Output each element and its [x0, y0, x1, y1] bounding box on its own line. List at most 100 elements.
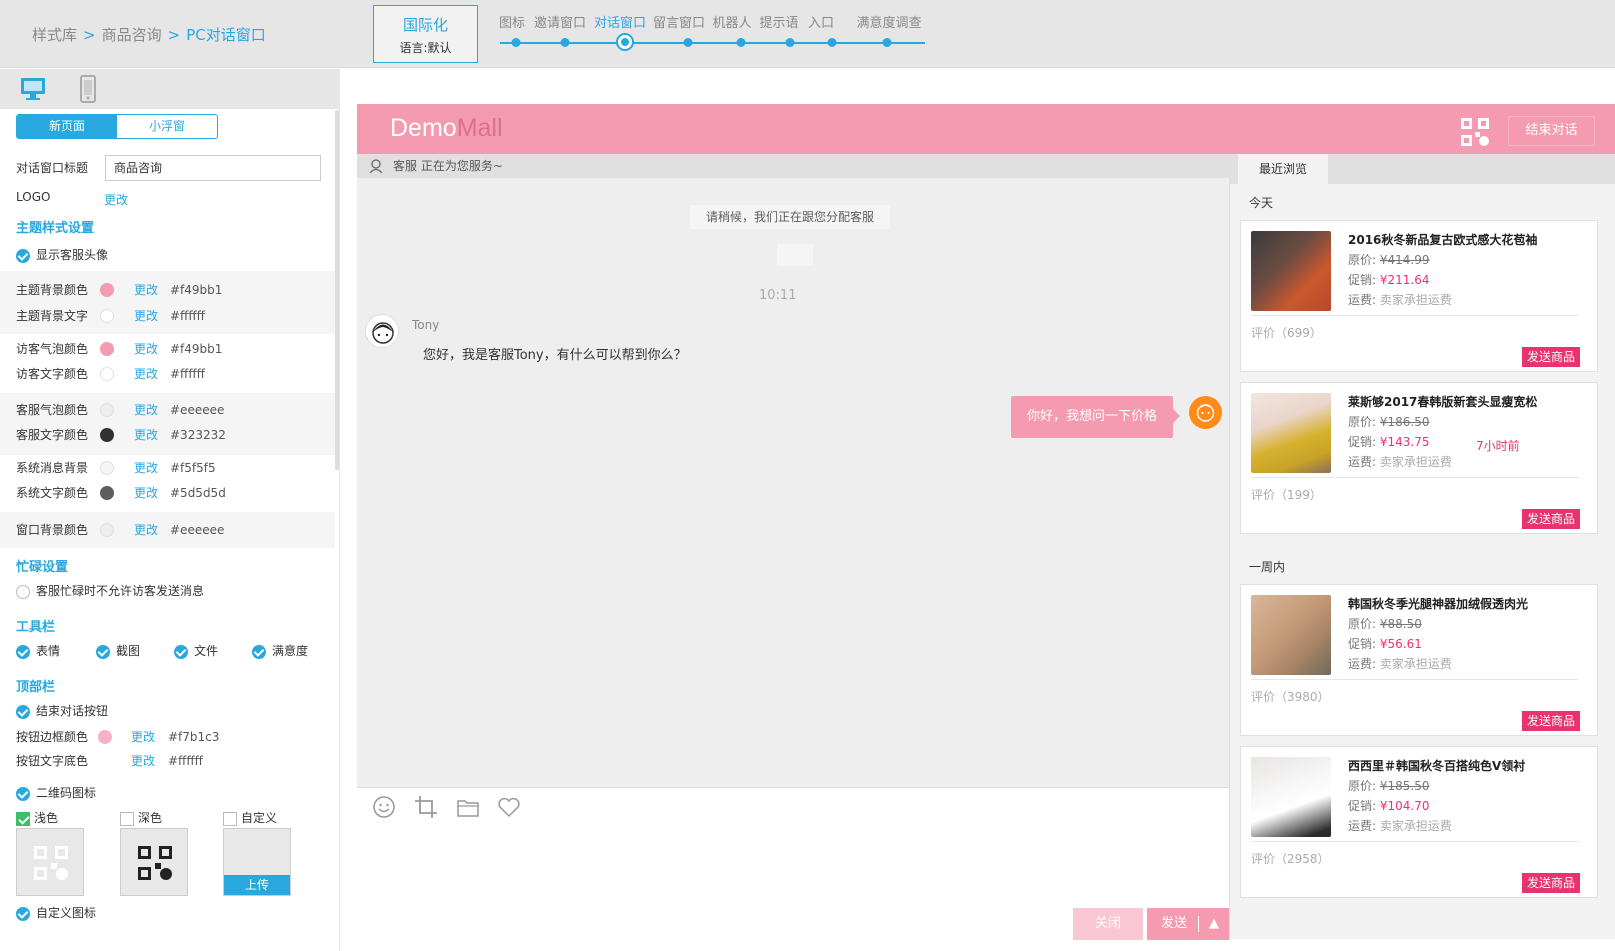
qr-code-icon[interactable]	[1461, 118, 1489, 146]
color-row: 客服文字颜色 更改 #323232	[16, 425, 316, 445]
checkbox-checked-icon[interactable]	[174, 644, 188, 659]
step-survey[interactable]: 满意度调查	[856, 12, 921, 31]
color-change-link[interactable]: 更改	[134, 425, 158, 445]
qr-custom-preview[interactable]: 上传	[223, 828, 291, 896]
checkbox-checked-icon[interactable]	[16, 906, 30, 921]
step-dot[interactable]	[511, 38, 521, 47]
color-change-link[interactable]: 更改	[134, 339, 158, 359]
color-change-link[interactable]: 更改	[134, 400, 158, 420]
step-dot[interactable]	[736, 38, 746, 47]
product-name[interactable]: 韩国秋冬季光腿神器加绒假透肉光	[1348, 595, 1528, 612]
color-change-link[interactable]: 更改	[134, 306, 158, 326]
product-image[interactable]	[1251, 595, 1331, 675]
step-dot[interactable]	[827, 38, 837, 47]
tab-recent-browse[interactable]: 最近浏览	[1238, 154, 1328, 184]
product-image[interactable]	[1251, 757, 1331, 837]
file-icon[interactable]	[455, 794, 481, 820]
title-input[interactable]: 商品咨询	[105, 155, 321, 181]
step-icon[interactable]: 图标	[499, 12, 525, 31]
toolbar-option-emoji[interactable]: 表情	[16, 642, 60, 659]
end-button-option[interactable]: 结束对话按钮	[16, 702, 108, 719]
send-product-button[interactable]: 发送商品	[1522, 347, 1580, 367]
color-change-link[interactable]: 更改	[134, 280, 158, 300]
step-dot-active[interactable]	[616, 33, 634, 51]
qr-style-custom[interactable]: 自定义	[223, 809, 277, 826]
color-change-link[interactable]: 更改	[134, 364, 158, 384]
color-change-link[interactable]: 更改	[134, 458, 158, 478]
internationalization-button[interactable]: 国际化 语言:默认	[373, 5, 478, 63]
send-product-button[interactable]: 发送商品	[1522, 711, 1580, 731]
step-tips[interactable]: 提示语	[759, 12, 798, 31]
color-change-link[interactable]: 更改	[134, 483, 158, 503]
logo-change-link[interactable]: 更改	[104, 191, 128, 208]
step-message[interactable]: 留言窗口	[653, 12, 705, 31]
qr-dark-preview[interactable]	[120, 828, 188, 896]
send-product-button[interactable]: 发送商品	[1522, 873, 1580, 893]
mobile-icon[interactable]	[80, 75, 96, 103]
color-swatch[interactable]	[98, 730, 112, 744]
send-button[interactable]: 发送 ▲	[1147, 908, 1229, 940]
color-swatch[interactable]	[100, 342, 114, 356]
mode-new-page[interactable]: 新页面	[17, 115, 117, 138]
step-entry[interactable]: 入口	[808, 12, 834, 31]
product-name[interactable]: 莱斯够2017春韩版新套头显瘦宽松	[1348, 393, 1537, 410]
toolbar-option-file[interactable]: 文件	[174, 642, 218, 659]
qr-light-preview[interactable]	[16, 828, 84, 896]
message-input-area[interactable]: 关闭 发送 ▲	[357, 787, 1229, 940]
show-avatar-option[interactable]: 显示客服头像	[16, 246, 108, 263]
color-change-link[interactable]: 更改	[131, 727, 155, 747]
color-swatch[interactable]	[100, 309, 114, 323]
step-dot[interactable]	[785, 38, 795, 47]
step-dot[interactable]	[683, 38, 693, 47]
checkbox-icon[interactable]	[120, 811, 134, 826]
step-dot[interactable]	[560, 38, 570, 47]
settings-scrollbar[interactable]	[335, 110, 339, 470]
product-name[interactable]: 2016秋冬新品复古欧式感大花苞袖	[1348, 231, 1537, 248]
send-options-arrow-icon[interactable]: ▲	[1209, 908, 1219, 940]
checkbox-checked-icon[interactable]	[16, 644, 30, 659]
checkbox-checked-icon[interactable]	[96, 644, 110, 659]
qr-style-light[interactable]: 浅色	[16, 809, 58, 826]
color-change-link[interactable]: 更改	[131, 751, 155, 771]
step-chat[interactable]: 对话窗口	[594, 12, 646, 31]
color-change-link[interactable]: 更改	[134, 520, 158, 540]
toolbar-option-satisfaction[interactable]: 满意度	[252, 642, 308, 659]
screenshot-icon[interactable]	[413, 794, 439, 820]
product-image[interactable]	[1251, 231, 1331, 311]
product-name[interactable]: 西西里＃韩国秋冬百搭纯色V领衬	[1348, 757, 1525, 774]
color-swatch[interactable]	[100, 523, 114, 537]
toolbar-option-screenshot[interactable]: 截图	[96, 642, 140, 659]
step-invite[interactable]: 邀请窗口	[534, 12, 586, 31]
checkbox-checked-icon[interactable]	[16, 248, 30, 263]
custom-icon-option[interactable]: 自定义图标	[16, 904, 96, 921]
checkbox-checked-icon[interactable]	[252, 644, 266, 659]
checkbox-icon[interactable]	[16, 811, 30, 826]
step-dot[interactable]	[882, 38, 892, 47]
color-swatch[interactable]	[100, 461, 114, 475]
product-image[interactable]	[1251, 393, 1331, 473]
end-chat-button[interactable]: 结束对话	[1508, 116, 1595, 146]
qr-style-dark[interactable]: 深色	[120, 809, 162, 826]
desktop-icon[interactable]	[20, 77, 46, 101]
checkbox-checked-icon[interactable]	[16, 704, 30, 719]
mode-float-window[interactable]: 小浮窗	[117, 115, 217, 138]
color-swatch[interactable]	[100, 283, 114, 297]
color-swatch[interactable]	[100, 486, 114, 500]
heart-icon[interactable]	[496, 794, 522, 820]
step-robot[interactable]: 机器人	[712, 12, 751, 31]
breadcrumb-item[interactable]: 样式库	[32, 26, 77, 44]
upload-button[interactable]: 上传	[224, 875, 290, 895]
checkbox-icon[interactable]	[223, 811, 237, 826]
emoji-icon[interactable]	[371, 794, 397, 820]
radio-icon[interactable]	[16, 584, 30, 599]
qr-option[interactable]: 二维码图标	[16, 784, 96, 801]
color-swatch[interactable]	[100, 403, 114, 417]
busy-option[interactable]: 客服忙碌时不允许访客发送消息	[16, 582, 204, 599]
sidebar-tabs: 最近浏览	[1230, 154, 1615, 184]
color-swatch[interactable]	[100, 428, 114, 442]
checkbox-checked-icon[interactable]	[16, 786, 30, 801]
color-swatch[interactable]	[100, 367, 114, 381]
breadcrumb-item[interactable]: 商品咨询	[102, 26, 162, 44]
close-button[interactable]: 关闭	[1073, 908, 1143, 940]
send-product-button[interactable]: 发送商品	[1522, 509, 1580, 529]
